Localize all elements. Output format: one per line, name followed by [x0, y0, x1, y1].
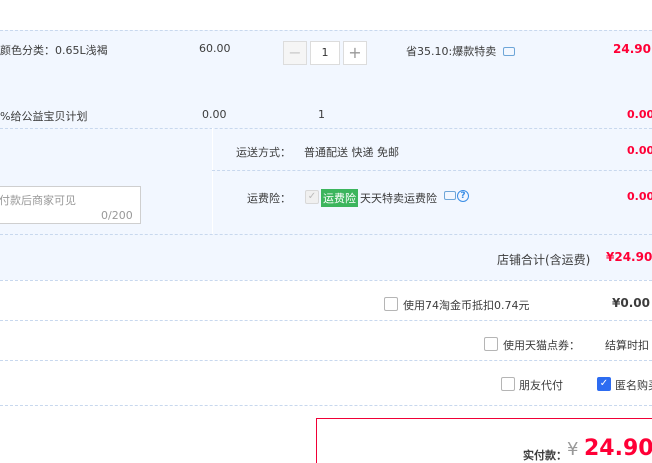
points-label: 使用天猫点券： [503, 339, 580, 352]
item-unit-price: 60.00 [199, 42, 231, 55]
insurance-checkbox[interactable]: ✓ [305, 190, 319, 204]
friend-pay-label: 朋友代付 [519, 379, 563, 392]
row-divider [0, 128, 652, 129]
message-counter: 0/200 [101, 209, 133, 222]
help-icon[interactable]: ? [457, 190, 469, 202]
friend-pay-checkbox[interactable] [501, 377, 515, 391]
anonymous-label: 匿名购买 [615, 379, 652, 392]
shipping-method[interactable]: 普通配送 快递 免邮 [304, 144, 399, 160]
insurance-tag: 运费险 [321, 189, 358, 207]
store-total-amount: ¥24.90 [606, 250, 652, 264]
coin-checkbox[interactable] [384, 297, 398, 311]
store-total-label: 店铺合计(含运费) [497, 253, 591, 267]
insurance-fee: 0.00 [627, 190, 652, 203]
payment-amount: 24.90 [584, 436, 652, 461]
shipping-fee: 0.00 [627, 144, 652, 157]
charity-qty: 1 [318, 108, 325, 121]
insurance-text: 天天特卖运费险 [360, 192, 437, 205]
row-divider [0, 360, 652, 361]
item-sku: 颜色分类：0.65L浅褐 [0, 44, 108, 57]
seller-message-input[interactable]: 付款后商家可见 0/200 [0, 186, 141, 224]
shipping-label: 运送方式： [236, 146, 291, 159]
message-placeholder: 付款后商家可见 [0, 194, 76, 207]
quantity-input[interactable]: 1 [310, 41, 340, 65]
charity-price: 0.00 [202, 108, 227, 121]
quantity-decrease-button[interactable]: − [283, 41, 307, 65]
row-divider [0, 320, 652, 321]
points-note: 结算时扣 [605, 339, 649, 352]
row-divider [0, 234, 652, 235]
item-subtotal: 24.90 [613, 42, 651, 56]
payment-summary: 实付款： ¥ 24.90 [316, 418, 652, 463]
row-divider [212, 170, 652, 171]
chat-icon[interactable] [503, 47, 515, 56]
charity-item: %给公益宝贝计划 [0, 110, 88, 123]
payment-label: 实付款： [523, 449, 567, 462]
anonymous-checkbox[interactable]: ✓ [597, 377, 611, 391]
coin-amount: ¥0.00 [612, 296, 650, 310]
points-checkbox[interactable] [484, 337, 498, 351]
charity-subtotal: 0.00 [627, 108, 652, 121]
row-divider [0, 280, 652, 281]
chat-icon[interactable] [444, 191, 456, 200]
quantity-increase-button[interactable]: + [343, 41, 367, 65]
payment-currency: ¥ [567, 439, 579, 460]
column-divider [212, 128, 213, 234]
coin-label: 使用74淘金币抵扣0.74元 [403, 299, 530, 312]
row-divider [0, 405, 652, 406]
item-promo: 省35.10:爆款特卖 [406, 45, 497, 58]
insurance-label: 运费险： [247, 192, 291, 205]
row-divider [0, 30, 652, 31]
